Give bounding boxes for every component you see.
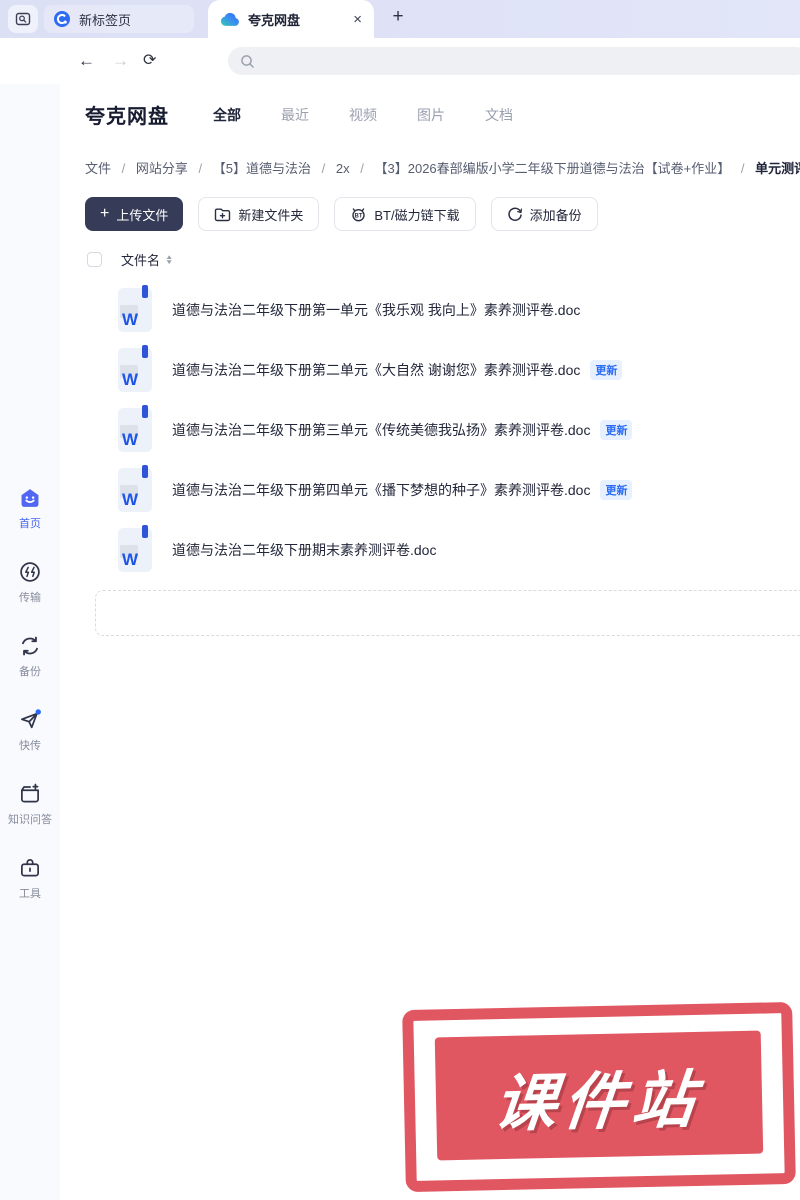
view-tabs: 全部 最近 视频 图片 文档 [213,105,513,125]
breadcrumb-separator: / [321,161,326,176]
breadcrumb-separator: / [740,161,745,176]
file-row[interactable]: W 道德与法治二年级下册第三单元《传统美德我弘扬》素养测评卷.doc 更新 [85,400,800,460]
file-list: W 道德与法治二年级下册第一单元《我乐观 我向上》素养测评卷.doc W 道德与… [85,280,800,580]
new-folder-label: 新建文件夹 [238,207,304,223]
tab-label: 新标签页 [79,12,132,28]
browser-tab-quark-drive[interactable]: 夸克网盘 × [208,0,374,38]
file-row[interactable]: W 道德与法治二年级下册第二单元《大自然 谢谢您》素养测评卷.doc 更新 [85,340,800,400]
tab-label: 夸克网盘 [248,12,301,28]
word-doc-icon: W [118,465,152,512]
upload-drop-zone[interactable] [95,590,800,636]
sidebar-item-label: 快传 [19,740,41,752]
bt-download-label: BT/磁力链下载 [374,207,460,223]
sidebar-item-label: 工具 [19,888,41,900]
update-badge: 更新 [590,360,623,380]
breadcrumb-separator: / [360,161,364,176]
word-doc-icon: W [118,345,152,392]
breadcrumb-item[interactable]: 网站分享 [136,161,188,176]
transfer-icon [0,559,60,585]
sidebar-item-tools[interactable]: 工具 [0,855,60,901]
sort-desc-icon: ▼ [165,258,174,266]
forward-icon: → [112,51,129,70]
sidebar-item-backup[interactable]: 备份 [0,633,60,679]
toolbox-icon [0,855,60,881]
breadcrumb-item[interactable]: 【3】2026春部编版小学二年级下册道德与法治【试卷+作业】 [375,161,731,176]
folder-add-icon [0,781,60,807]
browser-tab-bar: 新标签页 夸克网盘 × + [0,0,800,38]
folder-plus-icon [214,207,231,222]
quark-browser-logo-icon [54,11,70,27]
sidebar-item-home[interactable]: 首页 [0,485,60,531]
sidebar-item-label: 备份 [19,666,41,678]
upload-file-button[interactable]: + 上传文件 [85,197,184,231]
file-name[interactable]: 道德与法治二年级下册第二单元《大自然 谢谢您》素养测评卷.doc [172,360,580,380]
breadcrumb-item[interactable]: 【5】道德与法治 [213,161,311,176]
file-name[interactable]: 道德与法治二年级下册第一单元《我乐观 我向上》素养测评卷.doc [172,300,580,320]
file-row[interactable]: W 道德与法治二年级下册第一单元《我乐观 我向上》素养测评卷.doc [85,280,800,340]
sort-toggle[interactable]: ▲ ▼ [165,254,174,266]
file-list-header: 文件名 ▲ ▼ [87,250,174,269]
update-badge: 更新 [600,480,633,500]
home-icon [0,485,60,511]
breadcrumb-item[interactable]: 2x [336,161,350,176]
tab-documents[interactable]: 文档 [485,105,513,125]
file-name[interactable]: 道德与法治二年级下册期末素养测评卷.doc [172,540,436,560]
upload-file-label: 上传文件 [116,207,169,223]
file-name[interactable]: 道德与法治二年级下册第三单元《传统美德我弘扬》素养测评卷.doc [172,420,590,440]
filename-column-header: 文件名 [121,253,161,268]
sidebar-item-quick-send[interactable]: 快传 [0,707,60,753]
address-search-bar[interactable] [228,47,800,75]
tab-recent[interactable]: 最近 [281,105,309,125]
select-all-checkbox[interactable] [87,252,102,267]
file-row[interactable]: W 道德与法治二年级下册第四单元《播下梦想的种子》素养测评卷.doc 更新 [85,460,800,520]
window-search-icon [15,11,31,27]
breadcrumb-item-current: 单元测评卷 [755,161,800,176]
add-backup-label: 添加备份 [529,207,582,223]
bt-magnet-icon: BT [350,206,367,222]
main-content: 夸克网盘 全部 最近 视频 图片 文档 文件 / 网站分享 / 【5】道德与法治… [60,84,800,1200]
tab-videos[interactable]: 视频 [349,105,377,125]
window-search-button[interactable] [8,5,38,33]
add-backup-button[interactable]: 添加备份 [490,197,598,231]
browser-toolbar: ← → ⟳ [0,38,800,84]
paper-plane-icon [0,707,60,733]
file-row[interactable]: W 道德与法治二年级下册期末素养测评卷.doc [85,520,800,580]
bt-magnet-download-button[interactable]: BT BT/磁力链下载 [334,197,476,231]
plus-icon: + [100,205,110,222]
sidebar-item-label: 首页 [19,518,41,530]
svg-text:BT: BT [355,214,363,220]
app-brand-title: 夸克网盘 [85,106,169,128]
tab-close-icon[interactable]: × [353,12,362,27]
new-tab-button[interactable]: + [386,6,410,28]
breadcrumb: 文件 / 网站分享 / 【5】道德与法治 / 2x / 【3】2026春部编版小… [85,158,800,177]
sidebar-item-transfer[interactable]: 传输 [0,559,60,605]
backup-sync-icon [0,633,60,659]
breadcrumb-separator: / [198,161,203,176]
app-sidebar: 首页 传输 备份 快传 知识问答 工具 [0,84,60,1200]
browser-tab-newtab[interactable]: 新标签页 [44,5,194,33]
sidebar-item-knowledge-qa[interactable]: 知识问答 [0,781,60,827]
word-doc-icon: W [118,525,152,572]
update-badge: 更新 [600,420,633,440]
tab-all[interactable]: 全部 [213,105,241,125]
refresh-icon[interactable]: ⟳ [143,49,156,73]
tab-images[interactable]: 图片 [417,105,445,125]
search-icon [240,54,255,69]
cloud-drive-logo-icon [220,12,240,27]
breadcrumb-item[interactable]: 文件 [85,161,111,176]
sidebar-item-label: 知识问答 [8,814,52,826]
backup-circle-icon [507,206,523,222]
file-name[interactable]: 道德与法治二年级下册第四单元《播下梦想的种子》素养测评卷.doc [172,480,590,500]
word-doc-icon: W [118,285,152,332]
back-icon[interactable]: ← [78,49,95,73]
breadcrumb-separator: / [121,161,126,176]
sidebar-item-label: 传输 [19,592,41,604]
new-folder-button[interactable]: 新建文件夹 [198,197,320,231]
word-doc-icon: W [118,405,152,452]
action-bar: + 上传文件 新建文件夹 BT BT/磁力链下载 添加备份 [85,197,598,231]
